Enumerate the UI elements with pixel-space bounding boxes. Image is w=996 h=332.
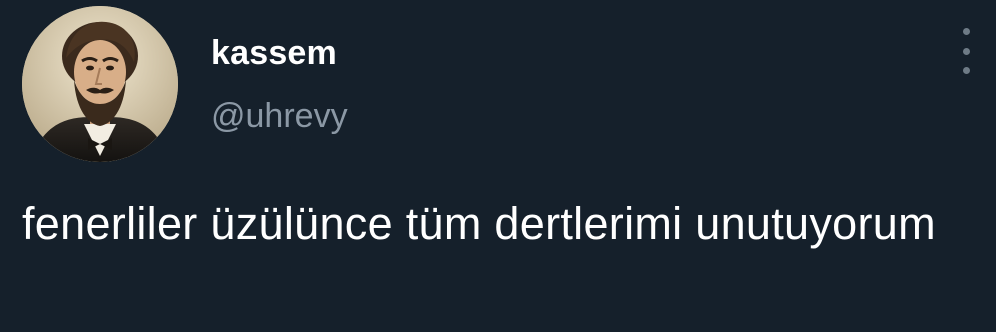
avatar[interactable] [22,6,178,162]
tweet-text: fenerliler üzülünce tüm dertlerimi unutu… [22,198,936,249]
tweet-card: kassem @uhrevy fenerliler üzülünce tüm d… [0,0,996,332]
more-vertical-icon-dot [962,47,970,55]
portrait-icon [22,6,178,162]
author-handle[interactable]: @uhrevy [211,97,348,136]
author-display-name[interactable]: kassem [211,34,337,73]
more-vertical-icon [962,28,970,35]
more-options-button[interactable] [948,28,984,74]
more-vertical-icon-dot [962,67,970,74]
